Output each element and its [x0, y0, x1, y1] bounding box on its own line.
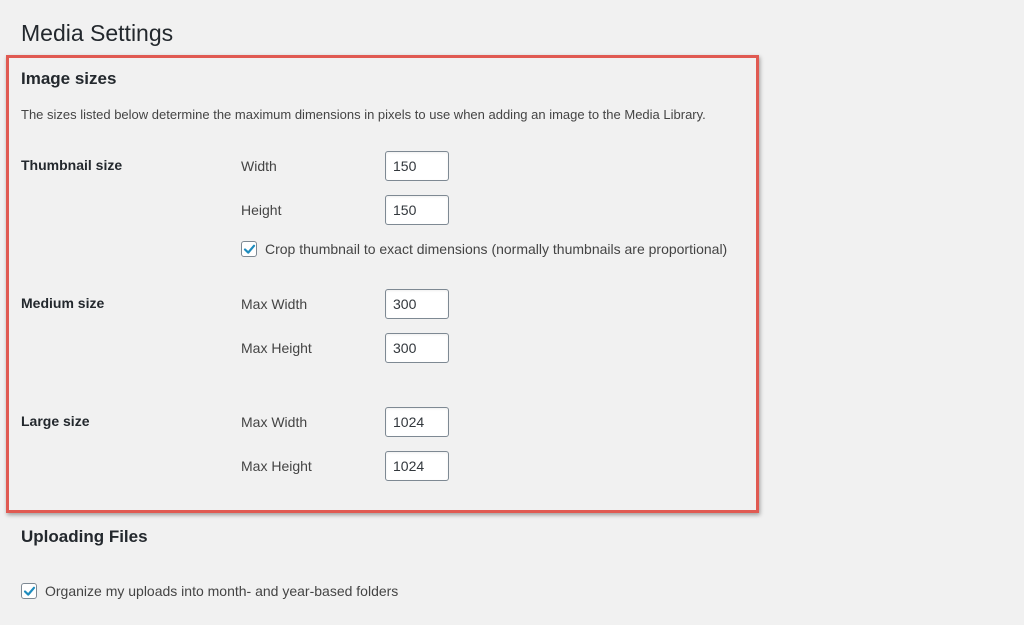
medium-max-width-input[interactable]: [385, 289, 449, 319]
highlight-box: [6, 55, 759, 513]
image-sizes-heading: Image sizes: [21, 69, 117, 88]
large-max-width-input[interactable]: [385, 407, 449, 437]
checkmark-icon: [243, 244, 256, 254]
organize-uploads-label[interactable]: Organize my uploads into month- and year…: [45, 583, 398, 599]
crop-thumbnail-option: Crop thumbnail to exact dimensions (norm…: [241, 241, 727, 257]
large-max-height-label: Max Height: [241, 458, 312, 474]
thumbnail-width-label: Width: [241, 158, 277, 174]
thumbnail-height-label: Height: [241, 202, 282, 218]
medium-max-width-label: Max Width: [241, 296, 308, 312]
large-max-height-input[interactable]: [385, 451, 449, 481]
crop-thumbnail-checkbox[interactable]: [241, 241, 257, 257]
thumbnail-width-input[interactable]: [385, 151, 449, 181]
medium-max-height-label: Max Height: [241, 340, 312, 356]
uploading-files-heading: Uploading Files: [21, 527, 148, 546]
thumbnail-size-label: Thumbnail size: [21, 157, 123, 173]
thumbnail-height-input[interactable]: [385, 195, 449, 225]
page-title: Media Settings: [21, 20, 174, 46]
crop-thumbnail-label[interactable]: Crop thumbnail to exact dimensions (norm…: [265, 241, 727, 257]
medium-size-label: Medium size: [21, 295, 105, 311]
organize-uploads-checkbox[interactable]: [21, 583, 37, 599]
large-max-width-label: Max Width: [241, 414, 308, 430]
image-sizes-description: The sizes listed below determine the max…: [21, 107, 706, 122]
organize-uploads-option: Organize my uploads into month- and year…: [21, 583, 398, 599]
medium-max-height-input[interactable]: [385, 333, 449, 363]
checkmark-icon: [23, 586, 36, 596]
large-size-label: Large size: [21, 413, 90, 429]
